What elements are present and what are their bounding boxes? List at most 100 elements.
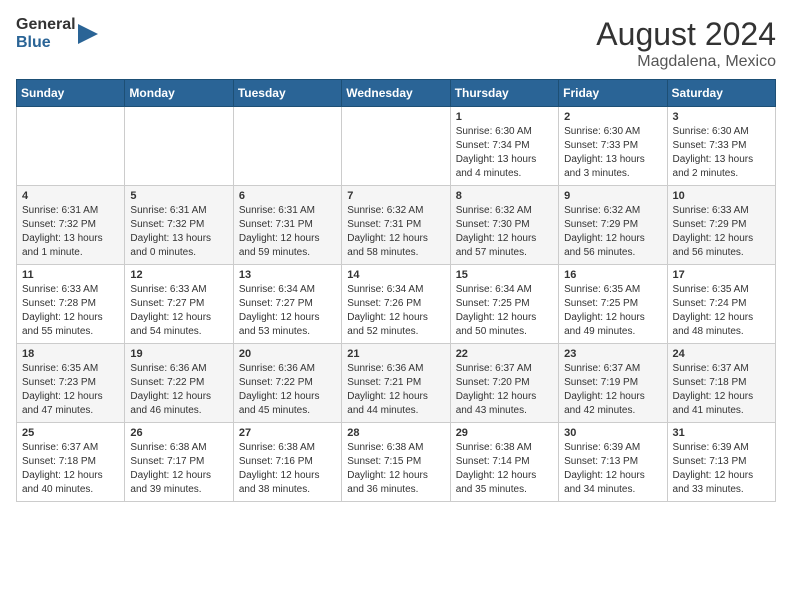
- table-row: [233, 107, 341, 186]
- col-thursday: Thursday: [450, 80, 558, 107]
- table-row: [17, 107, 125, 186]
- month-year-title: August 2024: [596, 16, 776, 53]
- day-info: Sunrise: 6:33 AMSunset: 7:29 PMDaylight:…: [673, 204, 770, 260]
- table-row: 1 Sunrise: 6:30 AMSunset: 7:34 PMDaylight…: [450, 107, 558, 186]
- table-row: 27 Sunrise: 6:38 AMSunset: 7:16 PMDayligh…: [233, 423, 341, 502]
- logo-container: General Blue: [16, 16, 98, 51]
- day-info: Sunrise: 6:38 AMSunset: 7:14 PMDaylight:…: [456, 441, 553, 497]
- table-row: 19 Sunrise: 6:36 AMSunset: 7:22 PMDayligh…: [125, 344, 233, 423]
- day-info: Sunrise: 6:37 AMSunset: 7:19 PMDaylight:…: [564, 362, 661, 418]
- day-number: 9: [564, 190, 661, 202]
- day-number: 24: [673, 348, 770, 360]
- day-info: Sunrise: 6:37 AMSunset: 7:18 PMDaylight:…: [673, 362, 770, 418]
- day-number: 12: [130, 269, 227, 281]
- table-row: [125, 107, 233, 186]
- table-row: 11 Sunrise: 6:33 AMSunset: 7:28 PMDayligh…: [17, 265, 125, 344]
- day-info: Sunrise: 6:30 AMSunset: 7:33 PMDaylight:…: [673, 125, 770, 181]
- day-number: 11: [22, 269, 119, 281]
- day-number: 15: [456, 269, 553, 281]
- day-info: Sunrise: 6:38 AMSunset: 7:17 PMDaylight:…: [130, 441, 227, 497]
- day-number: 29: [456, 427, 553, 439]
- calendar-week-row: 1 Sunrise: 6:30 AMSunset: 7:34 PMDaylight…: [17, 107, 776, 186]
- day-info: Sunrise: 6:39 AMSunset: 7:13 PMDaylight:…: [564, 441, 661, 497]
- day-number: 6: [239, 190, 336, 202]
- day-number: 19: [130, 348, 227, 360]
- day-info: Sunrise: 6:33 AMSunset: 7:27 PMDaylight:…: [130, 283, 227, 339]
- day-number: 4: [22, 190, 119, 202]
- col-wednesday: Wednesday: [342, 80, 450, 107]
- logo-general: General: [16, 16, 76, 34]
- table-row: 29 Sunrise: 6:38 AMSunset: 7:14 PMDayligh…: [450, 423, 558, 502]
- day-number: 3: [673, 111, 770, 123]
- day-number: 27: [239, 427, 336, 439]
- table-row: 4 Sunrise: 6:31 AMSunset: 7:32 PMDaylight…: [17, 186, 125, 265]
- day-info: Sunrise: 6:34 AMSunset: 7:27 PMDaylight:…: [239, 283, 336, 339]
- day-number: 31: [673, 427, 770, 439]
- day-info: Sunrise: 6:32 AMSunset: 7:29 PMDaylight:…: [564, 204, 661, 260]
- day-info: Sunrise: 6:33 AMSunset: 7:28 PMDaylight:…: [22, 283, 119, 339]
- day-info: Sunrise: 6:37 AMSunset: 7:20 PMDaylight:…: [456, 362, 553, 418]
- day-info: Sunrise: 6:30 AMSunset: 7:34 PMDaylight:…: [456, 125, 553, 181]
- table-row: 21Sunrise: 6:36 AMSunset: 7:21 PMDayligh…: [342, 344, 450, 423]
- table-row: 3 Sunrise: 6:30 AMSunset: 7:33 PMDaylight…: [667, 107, 775, 186]
- calendar-week-row: 18 Sunrise: 6:35 AMSunset: 7:23 PMDayligh…: [17, 344, 776, 423]
- day-info: Sunrise: 6:36 AMSunset: 7:21 PMDaylight:…: [347, 362, 444, 418]
- calendar-table: Sunday Monday Tuesday Wednesday Thursday…: [16, 79, 776, 502]
- calendar-week-row: 11 Sunrise: 6:33 AMSunset: 7:28 PMDayligh…: [17, 265, 776, 344]
- col-monday: Monday: [125, 80, 233, 107]
- day-number: 23: [564, 348, 661, 360]
- day-info: Sunrise: 6:31 AMSunset: 7:31 PMDaylight:…: [239, 204, 336, 260]
- day-info: Sunrise: 6:34 AMSunset: 7:25 PMDaylight:…: [456, 283, 553, 339]
- day-info: Sunrise: 6:30 AMSunset: 7:33 PMDaylight:…: [564, 125, 661, 181]
- table-row: 30 Sunrise: 6:39 AMSunset: 7:13 PMDayligh…: [559, 423, 667, 502]
- day-info: Sunrise: 6:32 AMSunset: 7:30 PMDaylight:…: [456, 204, 553, 260]
- table-row: 18 Sunrise: 6:35 AMSunset: 7:23 PMDayligh…: [17, 344, 125, 423]
- table-row: 26 Sunrise: 6:38 AMSunset: 7:17 PMDayligh…: [125, 423, 233, 502]
- day-number: 7: [347, 190, 444, 202]
- day-number: 1: [456, 111, 553, 123]
- logo-blue: Blue: [16, 34, 51, 52]
- day-info: Sunrise: 6:35 AMSunset: 7:25 PMDaylight:…: [564, 283, 661, 339]
- day-info: Sunrise: 6:35 AMSunset: 7:24 PMDaylight:…: [673, 283, 770, 339]
- table-row: 28 Sunrise: 6:38 AMSunset: 7:15 PMDayligh…: [342, 423, 450, 502]
- table-row: 13 Sunrise: 6:34 AMSunset: 7:27 PMDayligh…: [233, 265, 341, 344]
- calendar-header-row: Sunday Monday Tuesday Wednesday Thursday…: [17, 80, 776, 107]
- day-number: 13: [239, 269, 336, 281]
- day-info: Sunrise: 6:37 AMSunset: 7:18 PMDaylight:…: [22, 441, 119, 497]
- logo: General Blue: [16, 16, 98, 51]
- table-row: [342, 107, 450, 186]
- day-info: Sunrise: 6:39 AMSunset: 7:13 PMDaylight:…: [673, 441, 770, 497]
- table-row: 23 Sunrise: 6:37 AMSunset: 7:19 PMDayligh…: [559, 344, 667, 423]
- table-row: 5Sunrise: 6:31 AMSunset: 7:32 PMDaylight…: [125, 186, 233, 265]
- day-number: 20: [239, 348, 336, 360]
- calendar-week-row: 25Sunrise: 6:37 AMSunset: 7:18 PMDayligh…: [17, 423, 776, 502]
- col-saturday: Saturday: [667, 80, 775, 107]
- title-block: August 2024 Magdalena, Mexico: [596, 16, 776, 71]
- day-info: Sunrise: 6:38 AMSunset: 7:15 PMDaylight:…: [347, 441, 444, 497]
- day-info: Sunrise: 6:31 AMSunset: 7:32 PMDaylight:…: [130, 204, 227, 260]
- table-row: 14Sunrise: 6:34 AMSunset: 7:26 PMDayligh…: [342, 265, 450, 344]
- day-number: 18: [22, 348, 119, 360]
- day-number: 2: [564, 111, 661, 123]
- day-number: 26: [130, 427, 227, 439]
- location-subtitle: Magdalena, Mexico: [596, 53, 776, 71]
- day-number: 14: [347, 269, 444, 281]
- table-row: 10Sunrise: 6:33 AMSunset: 7:29 PMDayligh…: [667, 186, 775, 265]
- col-friday: Friday: [559, 80, 667, 107]
- table-row: 24 Sunrise: 6:37 AMSunset: 7:18 PMDayligh…: [667, 344, 775, 423]
- day-number: 16: [564, 269, 661, 281]
- table-row: 22Sunrise: 6:37 AMSunset: 7:20 PMDayligh…: [450, 344, 558, 423]
- day-info: Sunrise: 6:38 AMSunset: 7:16 PMDaylight:…: [239, 441, 336, 497]
- day-info: Sunrise: 6:36 AMSunset: 7:22 PMDaylight:…: [239, 362, 336, 418]
- table-row: 2 Sunrise: 6:30 AMSunset: 7:33 PMDaylight…: [559, 107, 667, 186]
- day-number: 28: [347, 427, 444, 439]
- day-number: 30: [564, 427, 661, 439]
- table-row: 7Sunrise: 6:32 AMSunset: 7:31 PMDaylight…: [342, 186, 450, 265]
- table-row: 16 Sunrise: 6:35 AMSunset: 7:25 PMDayligh…: [559, 265, 667, 344]
- day-info: Sunrise: 6:36 AMSunset: 7:22 PMDaylight:…: [130, 362, 227, 418]
- table-row: 6 Sunrise: 6:31 AMSunset: 7:31 PMDaylight…: [233, 186, 341, 265]
- day-info: Sunrise: 6:31 AMSunset: 7:32 PMDaylight:…: [22, 204, 119, 260]
- calendar-week-row: 4 Sunrise: 6:31 AMSunset: 7:32 PMDaylight…: [17, 186, 776, 265]
- day-info: Sunrise: 6:35 AMSunset: 7:23 PMDaylight:…: [22, 362, 119, 418]
- table-row: 15 Sunrise: 6:34 AMSunset: 7:25 PMDayligh…: [450, 265, 558, 344]
